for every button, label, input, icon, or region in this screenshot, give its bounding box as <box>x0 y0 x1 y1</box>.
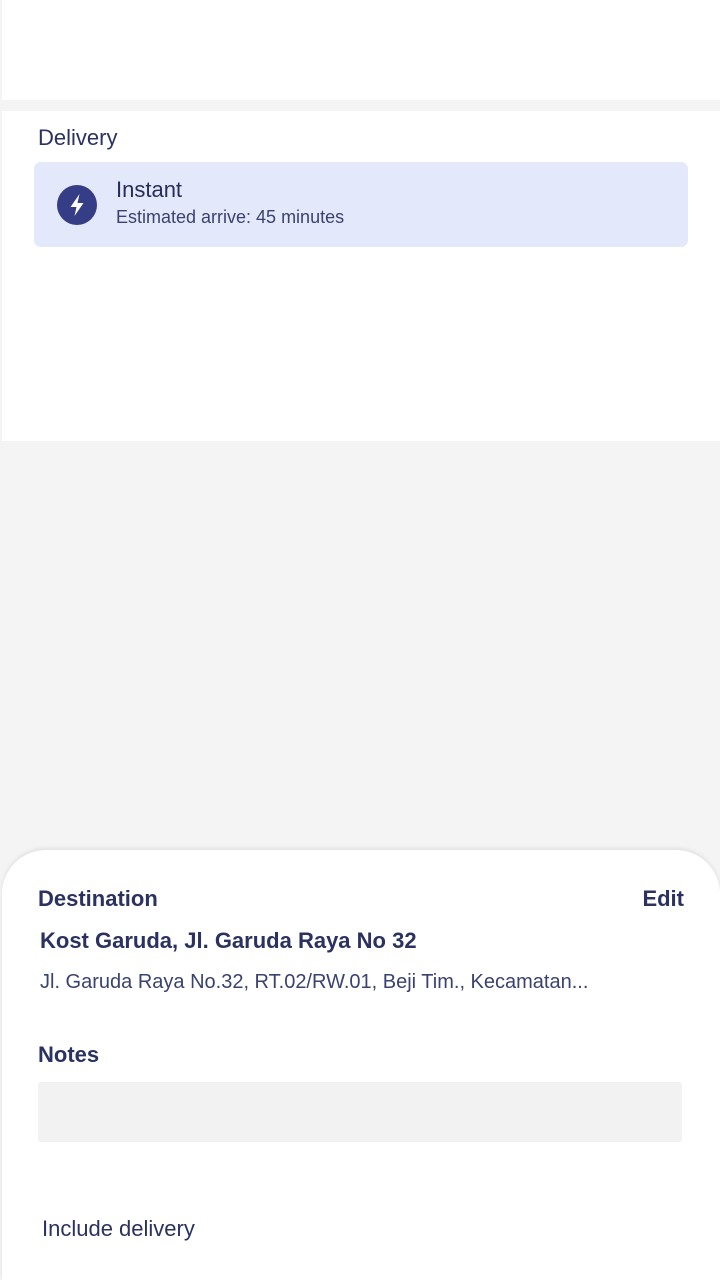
checkout-page: Delivery Instant Estimated arrive: 45 mi… <box>0 0 720 1280</box>
delivery-section: Delivery Instant Estimated arrive: 45 mi… <box>2 111 720 441</box>
destination-name: Kost Garuda, Jl. Garuda Raya No 32 <box>40 928 417 953</box>
delivery-title: Delivery <box>38 125 118 150</box>
edit-destination-button[interactable]: Edit <box>642 886 684 912</box>
delivery-option-name: Instant <box>116 177 183 202</box>
delivery-option-estimate: Estimated arrive: 45 minutes <box>116 207 345 227</box>
top-panel <box>2 0 720 100</box>
delivery-option-instant[interactable]: Instant Estimated arrive: 45 minutes <box>34 162 688 247</box>
destination-address: Jl. Garuda Raya No.32, RT.02/RW.01, Beji… <box>40 971 589 993</box>
include-delivery-label: Include delivery <box>42 1216 195 1241</box>
lightning-bolt-icon <box>57 185 97 225</box>
destination-label: Destination <box>38 886 158 911</box>
notes-input[interactable] <box>38 1082 682 1142</box>
notes-label: Notes <box>38 1042 100 1067</box>
destination-sheet: Destination Edit Kost Garuda, Jl. Garuda… <box>2 850 720 1280</box>
